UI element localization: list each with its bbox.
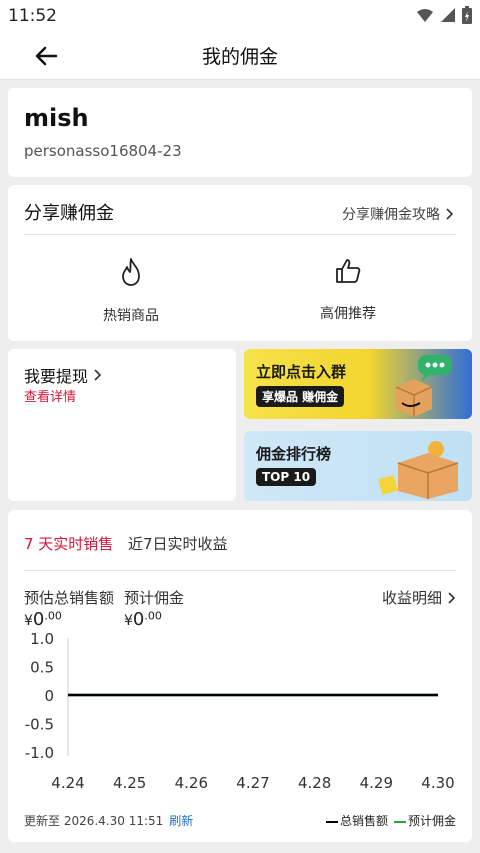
hot-products-button[interactable]: 热销商品	[61, 257, 201, 325]
app-bar: 我的佣金	[0, 32, 480, 80]
x-tick-label: 4.25	[113, 774, 146, 792]
y-tick-label: 0.5	[30, 659, 54, 677]
x-tick-label: 4.24	[51, 774, 84, 792]
commission-label: 预计佣金	[124, 589, 185, 607]
x-tick-label: 4.26	[175, 774, 208, 792]
legend-total-label: 总销售额	[339, 814, 388, 828]
currency-symbol: ¥	[124, 613, 133, 629]
withdraw-title-row: 我要提现	[24, 363, 102, 387]
total-sales-label: 预估总销售额	[24, 589, 115, 607]
divider	[24, 234, 456, 235]
withdraw-title: 我要提现	[24, 367, 89, 386]
share-card: 分享赚佣金 分享赚佣金攻略 热销商品 高佣推荐	[8, 185, 472, 341]
high-commission-label: 高佣推荐	[320, 306, 376, 322]
earnings-detail-label: 收益明细	[381, 589, 442, 607]
sales-line-chart: 1.0 0.5 0 -0.5 -1.0 4.24 4.25 4.26 4.27 4.28 4.29 4…	[25, 630, 455, 792]
hot-products-label: 热销商品	[103, 308, 159, 324]
wifi-icon	[417, 9, 433, 22]
status-icons	[416, 6, 472, 24]
user-name: mish	[24, 104, 89, 132]
y-tick-label: 1.0	[30, 630, 54, 648]
commission-value: ¥0.00	[124, 609, 162, 630]
signal-icon	[441, 8, 455, 22]
total-sales-value: ¥0.00	[24, 609, 62, 630]
y-tick-label: -1.0	[25, 744, 54, 762]
chevron-right-icon	[448, 591, 456, 604]
x-tick-label: 4.28	[298, 774, 331, 792]
join-group-pill: 享爆品 赚佣金	[256, 386, 345, 407]
profile-card: mish personasso16804-23	[8, 88, 472, 177]
user-id: personasso16804-23	[24, 142, 182, 160]
share-title: 分享赚佣金	[24, 203, 114, 224]
package-box-icon	[395, 379, 433, 417]
legend-swatch-commission	[393, 820, 406, 823]
withdraw-detail-link[interactable]: 查看详情	[24, 386, 76, 405]
battery-icon	[462, 6, 472, 24]
updated-time: 更新至 2026.4.30 11:51	[24, 814, 164, 828]
total-sales-int: 0	[32, 609, 45, 630]
y-tick-label: 0	[44, 687, 54, 705]
legend-commission-label: 预计佣金	[407, 814, 456, 828]
currency-symbol: ¥	[24, 613, 33, 629]
chevron-right-icon	[446, 208, 454, 220]
chevron-right-icon	[94, 369, 102, 381]
coin-box-icon	[378, 441, 459, 499]
legend-total-sales: 总销售额	[325, 812, 388, 829]
refresh-link[interactable]: 刷新	[169, 814, 193, 828]
status-time: 11:52	[8, 6, 57, 26]
legend-swatch-total	[325, 820, 338, 823]
share-guide-link[interactable]: 分享赚佣金攻略	[342, 204, 454, 224]
join-group-banner[interactable]: 立即点击入群 享爆品 赚佣金	[244, 349, 472, 419]
share-guide-label: 分享赚佣金攻略	[342, 207, 440, 223]
page-title: 我的佣金	[201, 46, 278, 68]
ranking-title: 佣金排行榜	[256, 445, 332, 463]
high-commission-button[interactable]: 高佣推荐	[278, 257, 418, 323]
join-group-title: 立即点击入群	[256, 363, 347, 381]
ranking-banner[interactable]: 佣金排行榜 TOP 10	[244, 431, 472, 501]
tab-7day-earnings[interactable]: 近7日实时收益	[128, 533, 228, 554]
y-tick-label: -0.5	[25, 716, 54, 734]
total-sales-dec: .00	[44, 609, 62, 623]
x-tick-label: 4.29	[360, 774, 393, 792]
commission-int: 0	[132, 609, 145, 630]
update-info: 更新至 2026.4.30 11:51 刷新	[24, 812, 193, 829]
earnings-detail-link[interactable]: 收益明细	[382, 587, 456, 608]
tab-7day-sales[interactable]: 7 天实时销售	[24, 533, 113, 554]
sales-card: 7 天实时销售 近7日实时收益 预估总销售额 预计佣金 ¥0.00 ¥0.00 …	[8, 510, 472, 842]
x-tick-label: 4.30	[421, 774, 454, 792]
x-tick-label: 4.27	[236, 774, 269, 792]
thumbs-up-icon	[336, 259, 361, 283]
flame-icon	[122, 258, 140, 286]
divider	[24, 570, 456, 571]
status-bar: 11:52	[0, 0, 480, 32]
ranking-pill: TOP 10	[256, 468, 317, 486]
chart-legend: 总销售额 预计佣金	[325, 812, 456, 829]
legend-commission: 预计佣金	[393, 812, 456, 829]
withdraw-card[interactable]: 我要提现 查看详情	[8, 349, 236, 501]
commission-dec: .00	[144, 609, 162, 623]
